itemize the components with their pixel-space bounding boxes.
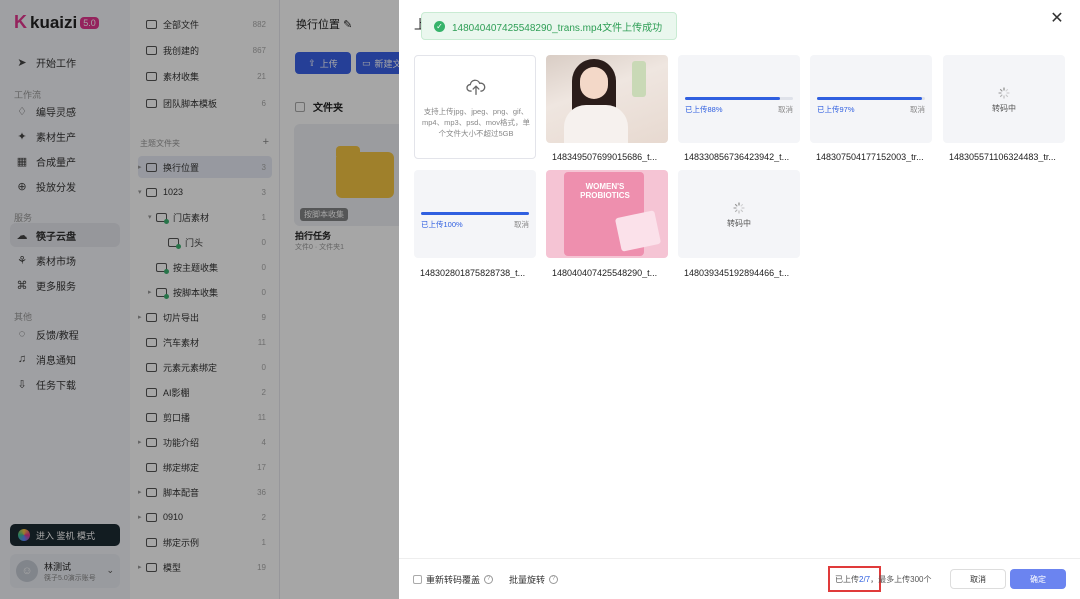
check-circle-icon: ✓ <box>434 20 445 32</box>
success-toast: ✓ 148040407425548290_trans.mp4文件上传成功 <box>421 12 678 40</box>
modal-overlay[interactable] <box>0 0 399 599</box>
thumb-sachet <box>614 210 662 252</box>
drawer-footer: 重新转码覆盖 ? 批量旋转 ? 已上传2/7，最多上传300个 取消 确定 <box>399 558 1080 599</box>
close-icon[interactable]: ✕ <box>1048 10 1066 28</box>
file-name: 148039345192894466_t... <box>684 268 790 278</box>
recode-checkbox[interactable] <box>413 575 422 584</box>
thumb-face <box>580 67 608 99</box>
file-name: 148040407425548290_t... <box>552 268 658 278</box>
progress-bar <box>685 97 793 100</box>
batch-rotate-option[interactable]: 批量旋转 ? <box>509 573 559 586</box>
thumb-package-text: WOMEN'S PROBIOTICS <box>580 182 630 200</box>
upload-drawer: 上 ✓ 148040407425548290_trans.mp4文件上传成功 ✕… <box>399 0 1080 599</box>
file-name: 148302801875828738_t... <box>420 268 526 278</box>
progress-bar <box>817 97 925 100</box>
progress-label: 已上传97% <box>817 105 855 114</box>
upload-dropzone[interactable]: 支持上传jpg、jpeg、png、gif、mp4、mp3、psd、mov格式，单… <box>414 55 536 159</box>
progress-label: 已上传100% <box>421 220 463 229</box>
file-name: 148330856736423942_t... <box>684 152 790 162</box>
file-thumbnail[interactable] <box>546 55 668 143</box>
file-name: 148305571106324483_tr... <box>949 152 1056 162</box>
cancel-upload-link[interactable]: 取消 <box>778 104 793 115</box>
file-name: 148349507699015686_t... <box>552 152 658 162</box>
progress-fill <box>685 97 781 100</box>
upload-count: 已上传2/7，最多上传300个 <box>835 575 932 584</box>
upload-progress-tile: 已上传97% 取消 <box>810 55 932 143</box>
progress-fill <box>817 97 922 100</box>
recode-overwrite-option[interactable]: 重新转码覆盖 ? <box>413 573 494 586</box>
help-icon[interactable]: ? <box>549 575 559 584</box>
progress-bar <box>421 212 529 215</box>
confirm-button[interactable]: 确定 <box>1010 569 1066 589</box>
help-icon[interactable]: ? <box>484 575 494 584</box>
progress-label: 已上传88% <box>685 105 723 114</box>
cancel-button[interactable]: 取消 <box>950 569 1006 589</box>
transcoding-label: 转码中 <box>727 219 751 228</box>
upload-progress-tile: 已上传100% 取消 <box>414 170 536 258</box>
upload-hint: 支持上传jpg、jpeg、png、gif、mp4、mp3、psd、mov格式，单… <box>422 107 530 138</box>
file-thumbnail[interactable]: WOMEN'S PROBIOTICS <box>546 170 668 258</box>
cancel-upload-link[interactable]: 取消 <box>514 219 529 230</box>
thumb-body <box>564 105 628 143</box>
cloud-upload-icon <box>466 79 486 96</box>
progress-fill <box>421 212 529 215</box>
thumb-product <box>632 61 646 97</box>
transcoding-tile: 转码中 <box>678 170 800 258</box>
loading-spinner-icon <box>733 202 745 214</box>
transcoding-label: 转码中 <box>992 104 1016 113</box>
upload-progress-tile: 已上传88% 取消 <box>678 55 800 143</box>
file-name: 148307504177152003_tr... <box>816 152 924 162</box>
loading-spinner-icon <box>998 87 1010 99</box>
cancel-upload-link[interactable]: 取消 <box>910 104 925 115</box>
transcoding-tile: 转码中 <box>943 55 1065 143</box>
